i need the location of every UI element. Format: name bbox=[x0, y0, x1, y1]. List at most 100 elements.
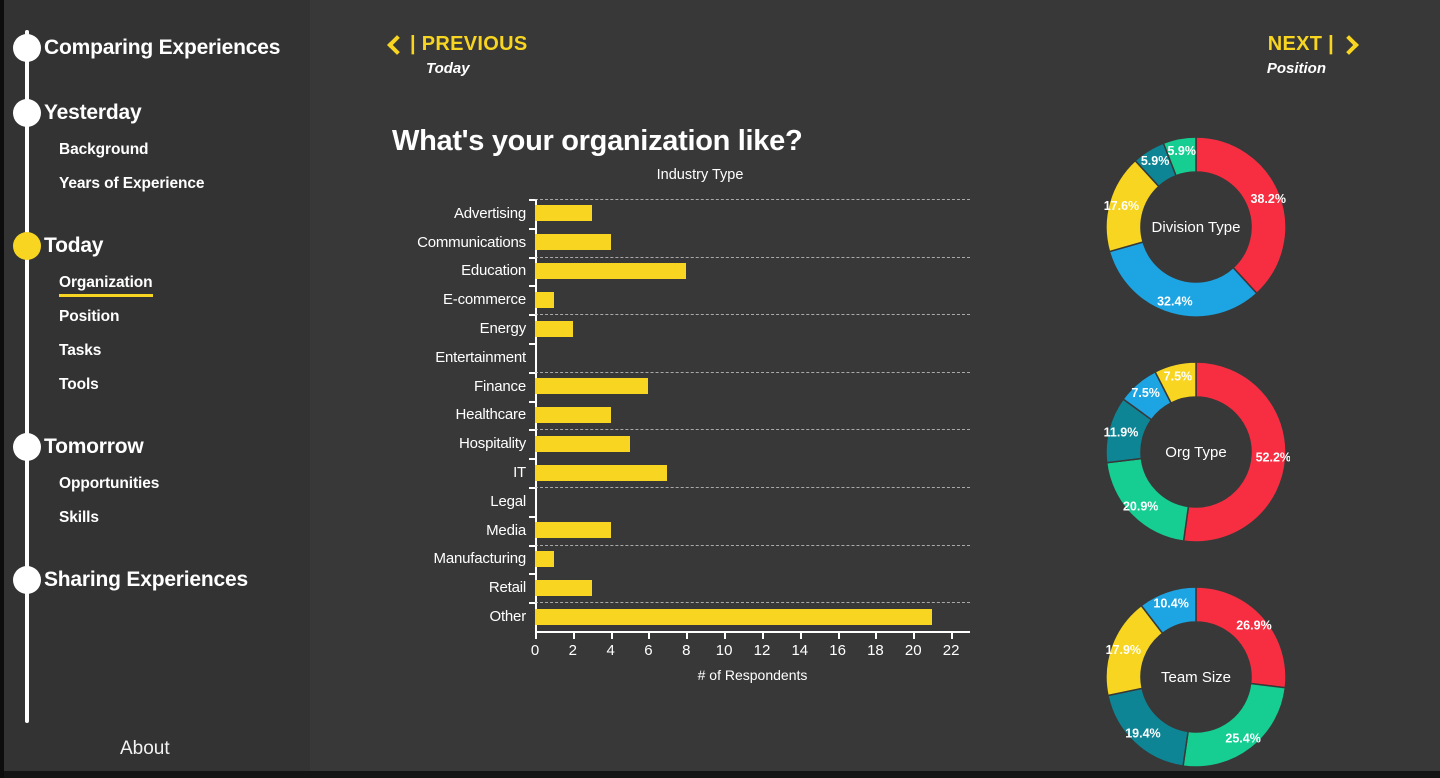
bar-category-label: Hospitality bbox=[459, 435, 526, 453]
sidebar-major-item[interactable]: Today bbox=[0, 232, 310, 260]
bar-row[interactable]: E-commerce bbox=[443, 285, 970, 314]
sidebar-item-position[interactable]: Position bbox=[59, 308, 119, 326]
donut-slice-label: 5.9% bbox=[1141, 154, 1170, 168]
x-axis-tick bbox=[913, 631, 916, 639]
x-axis-tick-label: 10 bbox=[715, 642, 733, 659]
bar-category-label: Other bbox=[489, 608, 526, 626]
bar-category-label: Legal bbox=[490, 492, 526, 510]
sidebar-item-opportunities[interactable]: Opportunities bbox=[59, 475, 159, 493]
bar-category-label: Advertising bbox=[453, 204, 526, 222]
bar-fill bbox=[535, 234, 611, 251]
x-axis-tick-label: 16 bbox=[829, 642, 846, 659]
grid-line bbox=[535, 544, 970, 546]
sidebar-timeline-nav: Comparing Experiences Yesterday Today Tomor… bbox=[0, 0, 310, 771]
window-bottom-edge bbox=[0, 771, 1440, 778]
sidebar-item-skills[interactable]: Skills bbox=[59, 509, 99, 527]
sidebar-item-years-of-experience[interactable]: Years of Experience bbox=[59, 175, 205, 193]
division-type-donut-chart: 38.2% 32.4% 17.6% 5.9% 5.9% Division Type bbox=[1102, 133, 1290, 321]
chevron-right-icon bbox=[1339, 34, 1359, 55]
bar-category-label: Education bbox=[461, 262, 526, 280]
sidebar-major-label: Today bbox=[44, 234, 104, 257]
sidebar-major-item[interactable]: Sharing Experiences bbox=[0, 566, 310, 594]
donut-slice-label: 52.2% bbox=[1256, 450, 1290, 464]
bar-category-label: Healthcare bbox=[455, 406, 526, 424]
bar-row[interactable]: Retail bbox=[489, 573, 970, 602]
timeline-dot-icon bbox=[13, 232, 41, 260]
previous-label: | PREVIOUS bbox=[410, 33, 528, 55]
sidebar-major-label: Tomorrow bbox=[44, 435, 144, 458]
about-link[interactable]: About bbox=[120, 738, 170, 760]
sidebar-major-item[interactable]: Yesterday bbox=[0, 99, 310, 127]
x-axis-tick bbox=[799, 631, 802, 639]
bar-row[interactable]: Manufacturing bbox=[434, 545, 970, 574]
donut-slice[interactable] bbox=[1195, 136, 1287, 295]
bar-category-label: Communications bbox=[417, 233, 526, 251]
bar-row[interactable]: Advertising bbox=[454, 199, 970, 228]
sidebar-item-tools[interactable]: Tools bbox=[59, 376, 99, 394]
bar-row[interactable]: Energy bbox=[480, 314, 970, 343]
grid-line bbox=[535, 487, 970, 488]
timeline-rail bbox=[25, 30, 29, 723]
sidebar-item-organization[interactable]: Organization bbox=[59, 274, 153, 297]
donut-slice-label: 38.2% bbox=[1251, 192, 1286, 206]
bar-row[interactable]: Entertainment bbox=[435, 343, 970, 372]
bar-row[interactable]: Communications bbox=[417, 228, 970, 257]
next-nav-button[interactable]: NEXT | Position bbox=[1267, 33, 1359, 77]
y-axis-tick bbox=[529, 227, 536, 230]
bar-fill bbox=[535, 550, 554, 567]
y-axis-tick bbox=[529, 515, 536, 518]
bar-row[interactable]: IT bbox=[513, 458, 970, 487]
donut-svg: 38.2% 32.4% 17.6% 5.9%5.9% bbox=[1104, 136, 1287, 318]
previous-nav-button[interactable]: | PREVIOUS Today bbox=[387, 33, 528, 77]
bar-row[interactable]: Education bbox=[461, 257, 970, 286]
bar-row[interactable]: Legal bbox=[490, 487, 970, 516]
bar-fill bbox=[535, 205, 592, 222]
window-left-edge bbox=[0, 0, 4, 778]
bar-fill bbox=[535, 262, 687, 279]
bar-row[interactable]: Finance bbox=[474, 372, 970, 401]
sidebar-major-label: Comparing Experiences bbox=[44, 36, 281, 59]
page-title: What's your organization like? bbox=[392, 125, 803, 158]
donut-slice-label: 25.4% bbox=[1225, 732, 1260, 746]
x-axis-tick-label: 8 bbox=[682, 642, 691, 659]
bar-fill bbox=[535, 378, 649, 395]
x-axis-tick bbox=[837, 631, 840, 639]
bar-row[interactable]: Media bbox=[486, 516, 970, 545]
bar-row[interactable]: Hospitality bbox=[459, 429, 970, 458]
x-axis-tick-label: 0 bbox=[530, 642, 540, 659]
bar-fill bbox=[535, 464, 668, 481]
bar-category-label: Retail bbox=[488, 579, 526, 597]
x-axis-tick bbox=[686, 631, 689, 639]
sidebar-item-background[interactable]: Background bbox=[59, 141, 149, 159]
grid-line bbox=[535, 256, 970, 258]
x-axis-tick-label: 4 bbox=[606, 642, 615, 659]
x-axis-line bbox=[535, 631, 970, 633]
sidebar-major-label: Yesterday bbox=[44, 101, 142, 124]
bar-category-label: Media bbox=[486, 521, 526, 539]
donut-slice[interactable] bbox=[1195, 586, 1287, 689]
x-axis-tick-label: 2 bbox=[568, 642, 577, 659]
donut-slice-label: 7.5% bbox=[1164, 370, 1193, 384]
x-axis-tick bbox=[951, 631, 954, 639]
sidebar-item-tasks[interactable]: Tasks bbox=[59, 342, 101, 360]
grid-line bbox=[535, 371, 970, 373]
grid-line bbox=[535, 314, 970, 316]
sidebar-major-item[interactable]: Tomorrow bbox=[0, 433, 310, 461]
donut-slice-label: 19.4% bbox=[1125, 726, 1160, 740]
y-axis-tick bbox=[529, 400, 536, 403]
bar-row[interactable]: Other bbox=[489, 602, 970, 631]
bar-row[interactable]: Healthcare bbox=[455, 401, 970, 430]
timeline-dot-icon bbox=[13, 566, 41, 594]
x-axis-tick-label: 6 bbox=[644, 642, 653, 659]
bar-category-label: E-commerce bbox=[442, 291, 526, 309]
x-axis-tick bbox=[535, 631, 537, 639]
y-axis-tick bbox=[529, 285, 536, 288]
x-axis-tick-label: 18 bbox=[867, 642, 884, 659]
sidebar-major-item[interactable]: Comparing Experiences bbox=[0, 34, 310, 62]
grid-line bbox=[535, 199, 970, 200]
team-size-donut-chart: 26.9% 25.4% 19.4% 17.9% 10.4% Team Size bbox=[1102, 583, 1290, 771]
donut-slice[interactable] bbox=[1182, 682, 1287, 768]
donut-slice-label: 10.4% bbox=[1153, 597, 1188, 611]
bar-fill bbox=[535, 406, 611, 423]
donut-slice-label: 17.6% bbox=[1104, 199, 1139, 213]
